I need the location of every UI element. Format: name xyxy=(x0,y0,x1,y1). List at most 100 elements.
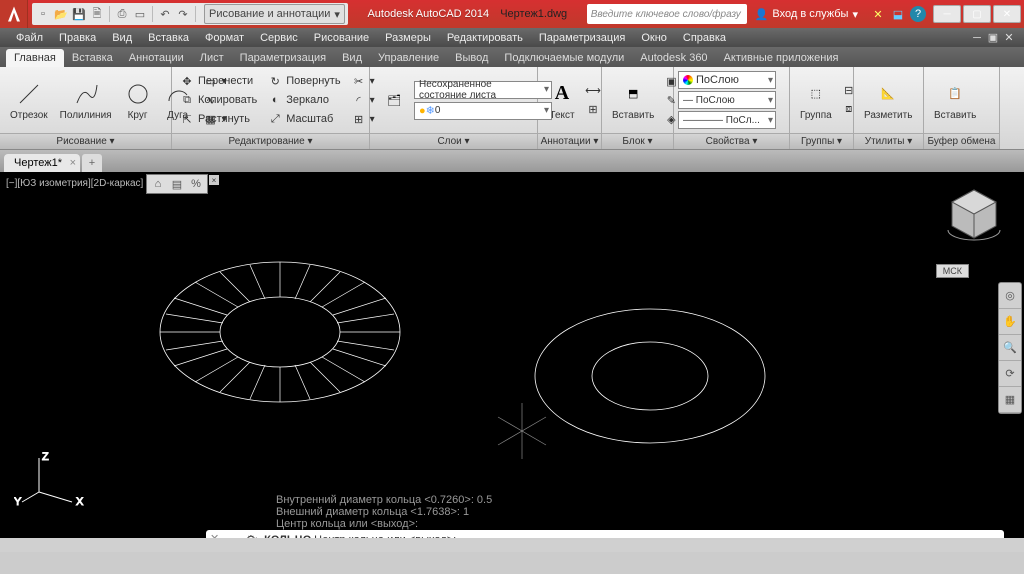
rotate-icon: ↻ xyxy=(267,73,283,89)
scale-icon: ⤢ xyxy=(267,111,283,127)
tab-home[interactable]: Главная xyxy=(6,49,64,67)
doc-name: Чертеж1.dwg xyxy=(500,8,567,20)
user-icon: 👤 xyxy=(755,8,769,21)
app-logo[interactable] xyxy=(0,0,28,28)
mdi-close-button[interactable]: ✕ xyxy=(1002,31,1016,45)
maximize-button[interactable]: ▢ xyxy=(963,5,991,23)
panel-props-title[interactable]: Свойства ▾ xyxy=(674,133,789,149)
drawing-area[interactable]: [−][ЮЗ изометрия][2D-каркас] ⌂ ▤ % × xyxy=(0,172,1024,552)
cloud-icon[interactable]: ⬓ xyxy=(890,6,906,22)
showmotion-icon[interactable]: ▦ xyxy=(999,387,1021,413)
preview-icon[interactable]: ▭ xyxy=(132,6,148,22)
dim-button[interactable]: ⟷ xyxy=(582,82,604,100)
wheel-icon[interactable]: ◎ xyxy=(999,283,1021,309)
panel-draw-title[interactable]: Рисование ▾ xyxy=(0,133,171,149)
menu-tools[interactable]: Сервис xyxy=(252,32,306,44)
zoom-icon[interactable]: 🔍 xyxy=(999,335,1021,361)
panel-modify-title[interactable]: Редактирование ▾ xyxy=(172,133,369,149)
orbit-icon[interactable]: ⟳ xyxy=(999,361,1021,387)
table-icon: ⊞ xyxy=(585,102,601,118)
tab-plugins[interactable]: Подключаемые модули xyxy=(496,49,632,67)
app-name: Autodesk AutoCAD 2014 xyxy=(367,8,489,20)
mirror-icon: ◐ xyxy=(267,92,283,108)
tab-apps[interactable]: Активные приложения xyxy=(716,49,847,67)
layer-props-button[interactable]: 🗂 xyxy=(374,84,414,116)
menu-window[interactable]: Окно xyxy=(633,32,675,44)
text-icon: A xyxy=(548,80,576,108)
save-icon[interactable]: 💾 xyxy=(71,6,87,22)
trim-icon: ✂ xyxy=(351,73,367,89)
svg-text:X: X xyxy=(76,496,84,508)
panel-util-title[interactable]: Утилиты ▾ xyxy=(854,133,923,149)
tab-a360[interactable]: Autodesk 360 xyxy=(632,49,715,67)
ucs-badge[interactable]: МСК xyxy=(936,264,969,278)
array-icon: ⊞ xyxy=(351,111,367,127)
panel-annot-title[interactable]: Аннотации ▾ xyxy=(538,133,601,149)
measure-button[interactable]: 📐Разметить xyxy=(858,78,918,123)
menu-modify[interactable]: Редактировать xyxy=(439,32,531,44)
open-icon[interactable]: 📂 xyxy=(53,6,69,22)
workspace-dropdown[interactable]: Рисование и аннотации ▾ xyxy=(204,4,345,24)
tab-insert[interactable]: Вставка xyxy=(64,49,121,67)
menu-insert[interactable]: Вставка xyxy=(140,32,197,44)
line-button[interactable]: Отрезок xyxy=(4,78,54,123)
tab-annotate[interactable]: Аннотации xyxy=(121,49,192,67)
saveas-icon[interactable]: 🗎 xyxy=(89,6,105,22)
insert-button[interactable]: ⬒Вставить xyxy=(606,78,660,123)
menu-dim[interactable]: Размеры xyxy=(377,32,439,44)
menu-format[interactable]: Формат xyxy=(197,32,252,44)
mdi-restore-button[interactable]: ▣ xyxy=(986,31,1000,45)
panel-block-title[interactable]: Блок ▾ xyxy=(602,133,673,149)
panel-clip-title[interactable]: Буфер обмена xyxy=(924,133,999,149)
pan-icon[interactable]: ✋ xyxy=(999,309,1021,335)
table-button[interactable]: ⊞ xyxy=(582,101,604,119)
scale-button[interactable]: ⤢Масштаб xyxy=(264,110,343,128)
mdi-min-button[interactable]: ─ xyxy=(970,31,984,45)
circle-button[interactable]: Круг xyxy=(118,78,158,123)
move-button[interactable]: ✥Перенести xyxy=(176,72,260,90)
stretch-button[interactable]: ⇱Растянуть xyxy=(176,110,260,128)
doc-tab[interactable]: Чертеж1*× xyxy=(4,154,80,172)
menu-view[interactable]: Вид xyxy=(104,32,140,44)
minimize-button[interactable]: ─ xyxy=(933,5,961,23)
menu-help[interactable]: Справка xyxy=(675,32,734,44)
color-dropdown[interactable]: ПоСлою xyxy=(678,71,776,89)
canvas xyxy=(0,186,1000,546)
print-icon[interactable]: ⎙ xyxy=(114,6,130,22)
redo-icon[interactable]: ↷ xyxy=(175,6,191,22)
panel-layers-title[interactable]: Слои ▾ xyxy=(370,133,537,149)
undo-icon[interactable]: ↶ xyxy=(157,6,173,22)
signin-button[interactable]: 👤 Вход в службы ▾ xyxy=(751,8,862,21)
rotate-button[interactable]: ↻Повернуть xyxy=(264,72,343,90)
paste-button[interactable]: 📋Вставить xyxy=(928,78,982,123)
scrollbar-horizontal[interactable] xyxy=(0,538,1024,552)
search-input[interactable]: Введите ключевое слово/фразу xyxy=(587,4,747,24)
panel-groups-title[interactable]: Группы ▾ xyxy=(790,133,853,149)
mirror-button[interactable]: ◐Зеркало xyxy=(264,91,343,109)
polyline-button[interactable]: Полилиния xyxy=(54,78,118,123)
close-button[interactable]: ✕ xyxy=(993,5,1021,23)
tab-layout[interactable]: Лист xyxy=(192,49,232,67)
close-icon[interactable]: × xyxy=(209,175,219,185)
tab-output[interactable]: Вывод xyxy=(447,49,496,67)
menu-draw[interactable]: Рисование xyxy=(306,32,377,44)
close-icon[interactable]: × xyxy=(70,157,76,169)
separator xyxy=(109,6,110,22)
menu-file[interactable]: Файл xyxy=(8,32,51,44)
help-icon[interactable]: ? xyxy=(910,6,926,22)
viewcube[interactable] xyxy=(942,182,1006,246)
linetype-dropdown[interactable]: ———— ПоСл... xyxy=(678,111,776,129)
group-button[interactable]: ⬚Группа xyxy=(794,78,838,123)
layerstate-dropdown[interactable]: Несохраненное состояние листа xyxy=(414,81,552,99)
menu-param[interactable]: Параметризация xyxy=(531,32,633,44)
copy-button[interactable]: ⧉Копировать xyxy=(176,91,260,109)
new-icon[interactable]: ▫ xyxy=(35,6,51,22)
tab-manage[interactable]: Управление xyxy=(370,49,447,67)
layer-dropdown[interactable]: ● ❄ 0 xyxy=(414,102,552,120)
tab-param[interactable]: Параметризация xyxy=(232,49,334,67)
exchange-icon[interactable]: ✕ xyxy=(870,6,886,22)
new-doc-button[interactable]: + xyxy=(82,154,102,172)
menu-edit[interactable]: Правка xyxy=(51,32,104,44)
lineweight-dropdown[interactable]: — ПоСлою xyxy=(678,91,776,109)
tab-view[interactable]: Вид xyxy=(334,49,370,67)
